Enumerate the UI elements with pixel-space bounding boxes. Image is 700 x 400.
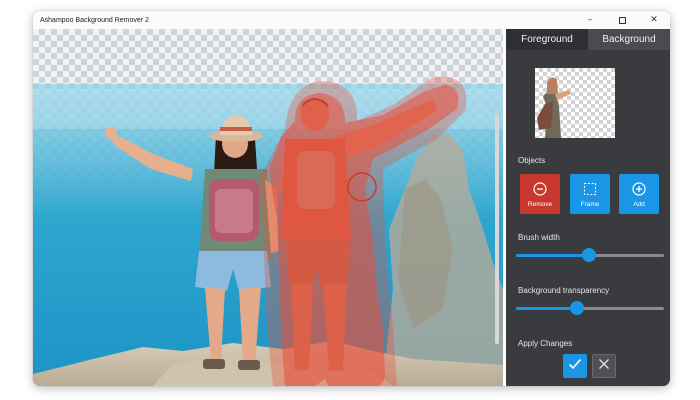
vertical-scrollbar[interactable] [495,114,499,344]
apply-cancel-button[interactable] [592,354,616,378]
checkmark-icon [568,357,582,375]
brush-width-label: Brush width [518,233,560,242]
frame-button[interactable]: Frame [570,174,610,214]
slider-thumb[interactable] [581,248,596,262]
plus-circle-icon [632,181,646,197]
add-button-label: Add [633,200,645,208]
title-bar: Ashampoo Background Remover 2 – ✕ [33,11,670,29]
minimize-icon: – [587,15,593,25]
photo-canvas[interactable] [33,29,503,386]
slider-fill [516,307,577,310]
x-icon [598,357,610,375]
apply-changes-label: Apply Changes [518,339,573,348]
background-transparency-label: Background transparency [518,286,610,295]
window-title: Ashampoo Background Remover 2 [40,16,149,24]
slider-thumb[interactable] [569,301,584,315]
remove-button-label: Remove [527,200,553,208]
close-icon: ✕ [650,15,658,25]
minus-circle-icon [533,181,547,197]
mode-tabs: Foreground Background [506,29,670,50]
cutout-preview-thumbnail [535,68,615,138]
brush-width-slider[interactable] [516,248,664,262]
apply-confirm-button[interactable] [563,354,587,378]
tab-foreground[interactable]: Foreground [506,29,588,50]
close-button[interactable]: ✕ [638,11,670,29]
dashed-frame-icon [583,181,597,197]
photo-image [33,76,503,386]
minimize-button[interactable]: – [574,11,606,29]
objects-label: Objects [518,156,546,165]
maximize-button[interactable] [606,11,638,29]
slider-fill [516,254,589,257]
tool-panel: Foreground Background Objects Remove Fra [506,29,670,386]
background-transparency-slider[interactable] [516,301,664,315]
tab-background[interactable]: Background [588,29,670,50]
frame-button-label: Frame [580,200,600,208]
maximize-icon [618,16,626,24]
add-button[interactable]: Add [619,174,659,214]
remove-button[interactable]: Remove [520,174,560,214]
app-window: Ashampoo Background Remover 2 – ✕ Foregr… [33,11,670,386]
